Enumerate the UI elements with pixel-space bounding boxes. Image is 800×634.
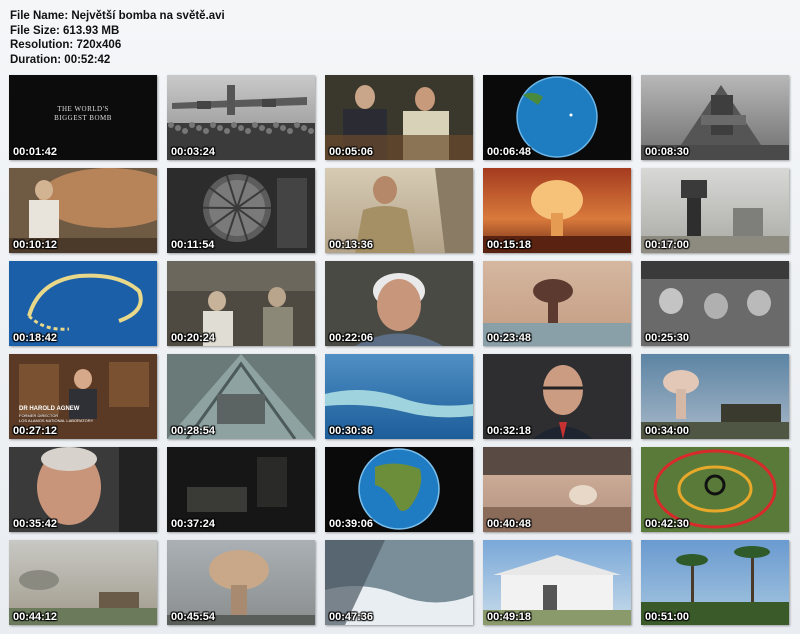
title-card-line: BIGGEST BOMB [54,114,112,122]
timestamp: 00:06:48 [487,146,532,158]
duration: Duration: 00:52:42 [10,53,111,66]
thumbnail: 00:30:36 [325,354,473,439]
thumbnail: 00:25:30 [641,261,789,346]
file-name: File Name: Největší bomba na světě.avi [10,10,225,22]
timestamp: 00:18:42 [13,332,58,344]
thumbnail: 00:39:06 [325,447,473,532]
file-size: File Size: 613.93 MB [10,24,120,37]
title-card-line: THE WORLD'S [57,105,109,113]
title-card-text: THE WORLD'S BIGGEST BOMB [9,105,157,123]
thumbnail: DR HAROLD AGNEW FORMER DIRECTOR LOS ALAMOS… [9,354,157,439]
thumbnail: 00:40:48 [483,447,631,532]
timestamp: 00:22:06 [329,332,374,344]
thumbnail: 00:06:48 [483,75,631,160]
thumbnail: 00:32:18 [483,354,631,439]
thumbnail: 00:13:36 [325,168,473,253]
timestamp: 00:47:36 [329,611,374,623]
thumbnail: 00:03:24 [167,75,315,160]
timestamp: 00:42:30 [645,518,690,530]
timestamp: 00:11:54 [171,239,215,251]
timestamp: 00:25:30 [645,332,690,344]
timestamp: 00:10:12 [13,239,58,251]
thumbnail: 00:34:00 [641,354,789,439]
thumbnail: 00:47:36 [325,540,473,625]
thumbnail: 00:15:18 [483,168,631,253]
timestamp: 00:23:48 [487,332,532,344]
timestamp: 00:17:00 [645,239,690,251]
resolution: Resolution: 720x406 [10,39,122,51]
timestamp: 00:01:42 [13,146,58,158]
thumbnail-grid: THE WORLD'S BIGGEST BOMB 00:01:42 00:03:24… [9,75,789,625]
thumbnail: 00:28:54 [167,354,315,439]
thumbnail: 00:17:00 [641,168,789,253]
thumbnail: 00:49:18 [483,540,631,625]
timestamp: 00:27:12 [13,425,58,437]
timestamp: 00:37:24 [171,518,216,530]
thumbnail: 00:05:06 [325,75,473,160]
thumbnail: 00:11:54 [167,168,315,253]
thumbnail: 00:18:42 [9,261,157,346]
lower-third: DR HAROLD AGNEW FORMER DIRECTOR LOS ALAMOS… [19,406,93,423]
timestamp: 00:35:42 [13,518,58,530]
thumbnail: 00:22:06 [325,261,473,346]
thumbnail: THE WORLD'S BIGGEST BOMB 00:01:42 [9,75,157,160]
timestamp: 00:05:06 [329,146,374,158]
thumbnail: 00:42:30 [641,447,789,532]
lower-third-role: LOS ALAMOS NATIONAL LABORATORY [19,418,94,423]
timestamp: 00:49:18 [487,611,532,623]
thumbnail: 00:45:54 [167,540,315,625]
timestamp: 00:44:12 [13,611,58,623]
timestamp: 00:51:00 [645,611,690,623]
thumbnail: 00:10:12 [9,168,157,253]
thumbnail: 00:44:12 [9,540,157,625]
timestamp: 00:20:24 [171,332,216,344]
thumbnail: 00:35:42 [9,447,157,532]
timestamp: 00:30:36 [329,425,374,437]
timestamp: 00:40:48 [487,518,532,530]
timestamp: 00:45:54 [171,611,216,623]
timestamp: 00:28:54 [171,425,216,437]
timestamp: 00:03:24 [171,146,216,158]
timestamp: 00:08:30 [645,146,690,158]
thumbnail: 00:51:00 [641,540,789,625]
lower-third-name: DR HAROLD AGNEW [19,406,80,412]
timestamp: 00:15:18 [487,239,532,251]
timestamp: 00:39:06 [329,518,374,530]
thumbnail: 00:08:30 [641,75,789,160]
thumbnail: 00:20:24 [167,261,315,346]
timestamp: 00:32:18 [487,425,532,437]
timestamp: 00:13:36 [329,239,374,251]
timestamp: 00:34:00 [645,425,690,437]
thumbnail: 00:37:24 [167,447,315,532]
file-info: File Name: Největší bomba na světě.avi F… [10,9,225,67]
thumbnail: 00:23:48 [483,261,631,346]
